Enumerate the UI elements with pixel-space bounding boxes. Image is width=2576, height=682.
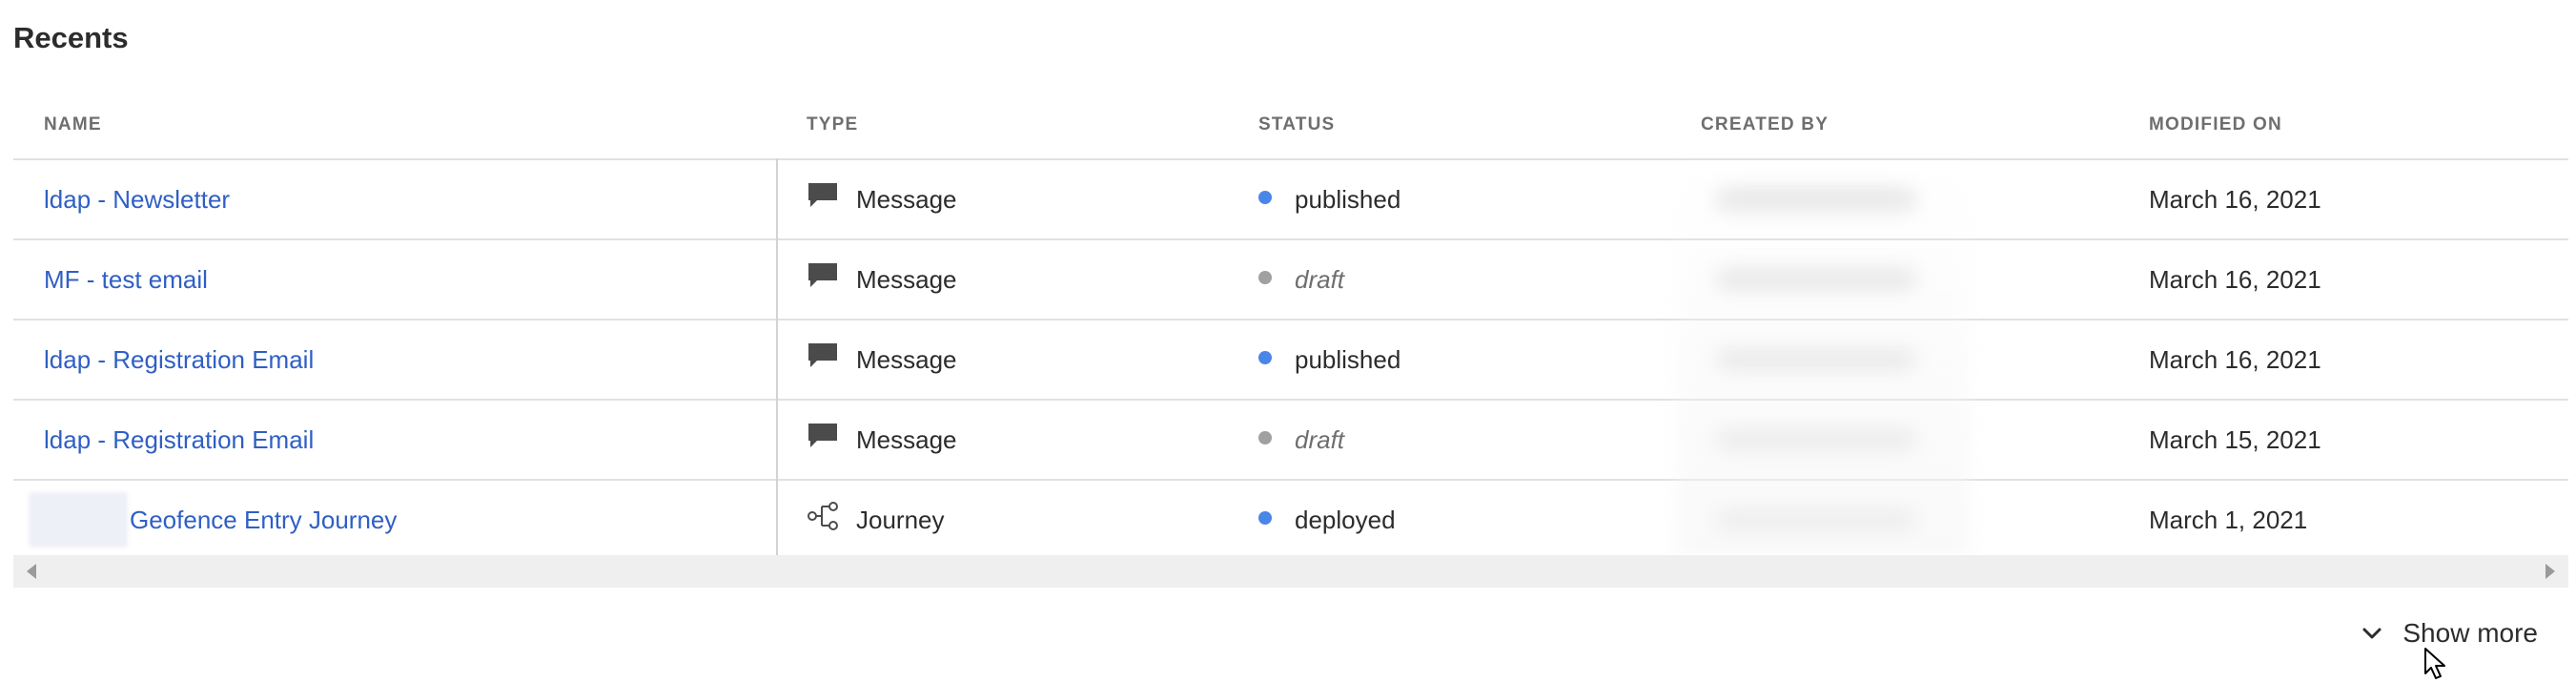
name-cell: Geofence Entry Journey — [29, 481, 787, 559]
type-cell: Journey — [807, 481, 1245, 559]
message-icon — [808, 263, 837, 287]
status-label: draft — [1295, 424, 1345, 454]
redacted-creator — [1716, 429, 1916, 450]
modified-on-cell: March 16, 2021 — [2149, 240, 2549, 319]
horizontal-scrollbar[interactable] — [13, 555, 2568, 588]
message-icon — [808, 424, 837, 447]
created-by-cell — [1701, 160, 2111, 238]
name-cell: ldap - Registration Email — [44, 320, 787, 399]
status-cell: deployed — [1258, 481, 1668, 559]
status-dot-icon — [1258, 191, 1272, 204]
status-label: draft — [1295, 264, 1345, 294]
modified-date: March 16, 2021 — [2149, 344, 2321, 374]
journey-icon — [808, 502, 838, 530]
status-cell: draft — [1258, 401, 1668, 479]
status-cell: draft — [1258, 240, 1668, 319]
type-label: Message — [856, 344, 957, 374]
scroll-right-arrow-icon[interactable] — [2545, 564, 2555, 579]
modified-date: March 16, 2021 — [2149, 184, 2321, 214]
type-label: Message — [856, 184, 957, 214]
table-row[interactable]: ldap - Registration Email Message draft … — [13, 401, 2568, 481]
status-cell: published — [1258, 160, 1668, 238]
type-cell: Message — [807, 240, 1245, 319]
column-header-created-by[interactable]: CREATED BY — [1701, 114, 1829, 135]
status-dot-icon — [1258, 431, 1272, 444]
status-dot-icon — [1258, 511, 1272, 525]
recents-page: Recents NAME TYPE STATUS CREATED BY MODI… — [0, 0, 2576, 682]
scroll-left-arrow-icon[interactable] — [27, 564, 36, 579]
type-cell: Message — [807, 320, 1245, 399]
created-by-cell — [1701, 320, 2111, 399]
item-name-link[interactable]: ldap - Registration Email — [44, 425, 314, 455]
table-header: NAME TYPE STATUS CREATED BY MODIFIED ON — [13, 105, 2568, 160]
table-row[interactable]: ldap - Registration Email Message publis… — [13, 320, 2568, 401]
type-label: Message — [856, 424, 957, 454]
name-cell: MF - test email — [44, 240, 787, 319]
status-dot-icon — [1258, 351, 1272, 364]
table-row[interactable]: Geofence Entry Journey Journey deployed … — [13, 481, 2568, 561]
modified-date: March 16, 2021 — [2149, 264, 2321, 294]
message-icon — [808, 183, 837, 207]
name-cell: ldap - Newsletter — [44, 160, 787, 238]
status-label: published — [1295, 184, 1401, 214]
item-name-link[interactable]: Geofence Entry Journey — [130, 506, 397, 535]
column-header-modified-on[interactable]: MODIFIED ON — [2149, 114, 2282, 135]
status-label: deployed — [1295, 505, 1396, 534]
section-title: Recents — [13, 21, 129, 54]
item-name-link[interactable]: ldap - Newsletter — [44, 185, 230, 215]
table-row[interactable]: ldap - Newsletter Message published Marc… — [13, 160, 2568, 240]
column-header-type[interactable]: TYPE — [807, 114, 858, 135]
name-cell: ldap - Registration Email — [44, 401, 787, 479]
chevron-down-icon — [2362, 628, 2382, 639]
modified-on-cell: March 15, 2021 — [2149, 401, 2549, 479]
item-name-link[interactable]: ldap - Registration Email — [44, 345, 314, 375]
modified-on-cell: March 16, 2021 — [2149, 160, 2549, 238]
modified-on-cell: March 16, 2021 — [2149, 320, 2549, 399]
created-by-cell — [1701, 481, 2111, 559]
modified-on-cell: March 1, 2021 — [2149, 481, 2549, 559]
redacted-creator — [1716, 189, 1916, 210]
type-cell: Message — [807, 401, 1245, 479]
item-name-link[interactable]: MF - test email — [44, 265, 208, 295]
modified-date: March 1, 2021 — [2149, 505, 2308, 534]
type-cell: Message — [807, 160, 1245, 238]
mouse-cursor-icon — [2424, 648, 2445, 679]
created-by-cell — [1701, 401, 2111, 479]
status-dot-icon — [1258, 271, 1272, 284]
recents-table: NAME TYPE STATUS CREATED BY MODIFIED ON … — [13, 105, 2568, 561]
redacted-creator — [1716, 269, 1916, 290]
column-header-status[interactable]: STATUS — [1258, 114, 1335, 135]
column-divider — [776, 158, 778, 555]
table-row[interactable]: MF - test email Message draft March 16, … — [13, 240, 2568, 320]
redacted-creator — [1716, 509, 1916, 530]
status-cell: published — [1258, 320, 1668, 399]
show-more-button[interactable]: Show more — [2361, 618, 2538, 649]
show-more-label: Show more — [2402, 618, 2538, 648]
redacted-creator — [1716, 349, 1916, 370]
message-icon — [808, 343, 837, 367]
type-label: Message — [856, 264, 957, 294]
redacted-thumbnail — [29, 492, 128, 548]
type-label: Journey — [856, 505, 945, 534]
column-header-name[interactable]: NAME — [44, 114, 102, 135]
created-by-cell — [1701, 240, 2111, 319]
status-label: published — [1295, 344, 1401, 374]
modified-date: March 15, 2021 — [2149, 424, 2321, 454]
